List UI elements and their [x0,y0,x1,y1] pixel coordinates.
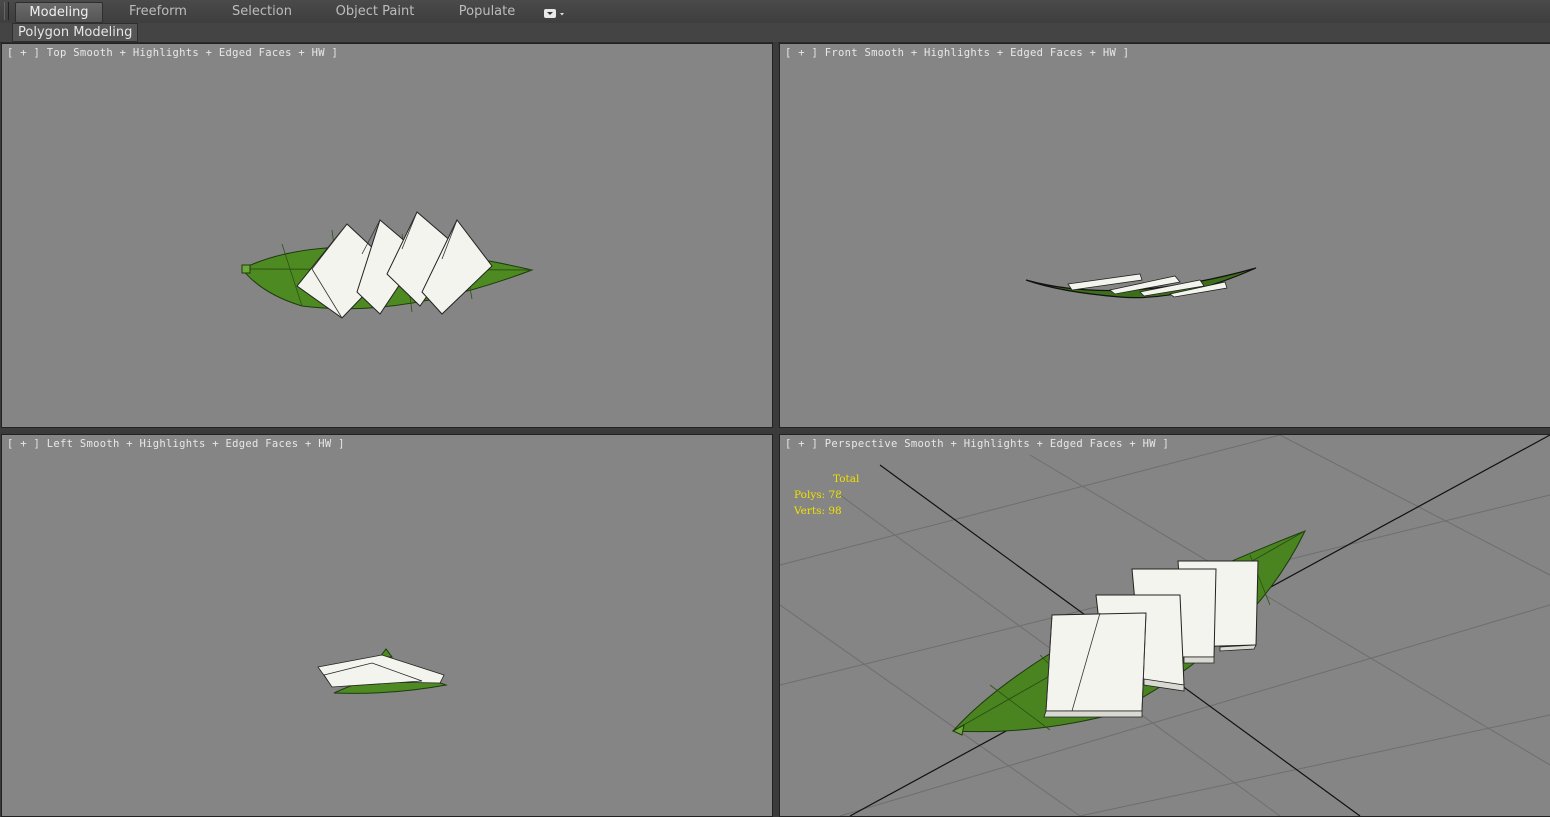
viewport-front[interactable]: [ + ] Front Smooth + Highlights + Edged … [779,43,1550,428]
ribbon-tab-bar: Modeling Freeform Selection Object Paint… [0,0,1550,24]
tab-object-paint[interactable]: Object Paint [330,2,420,21]
left-view-model [317,648,448,694]
top-view-model [241,211,534,319]
tab-modeling[interactable]: Modeling [15,2,103,23]
front-view-model [1025,267,1257,299]
viewport-splitter-horizontal[interactable] [0,428,1550,432]
viewport-left[interactable]: [ + ] Left Smooth + Highlights + Edged F… [1,434,773,817]
ribbon-grip[interactable] [4,2,9,20]
tab-freeform[interactable]: Freeform [118,2,198,21]
dropdown-arrow-icon[interactable] [543,5,567,18]
viewport-perspective[interactable]: [ + ] Perspective Smooth + Highlights + … [779,434,1550,817]
viewport-top[interactable]: [ + ] Top Smooth + Highlights + Edged Fa… [1,43,773,428]
perspective-view-model [780,435,1550,816]
ribbon-panel-bar: Polygon Modeling [0,23,1550,43]
polygon-modeling-panel[interactable]: Polygon Modeling [12,23,139,42]
tab-populate[interactable]: Populate [450,2,524,21]
tab-selection[interactable]: Selection [222,2,302,21]
